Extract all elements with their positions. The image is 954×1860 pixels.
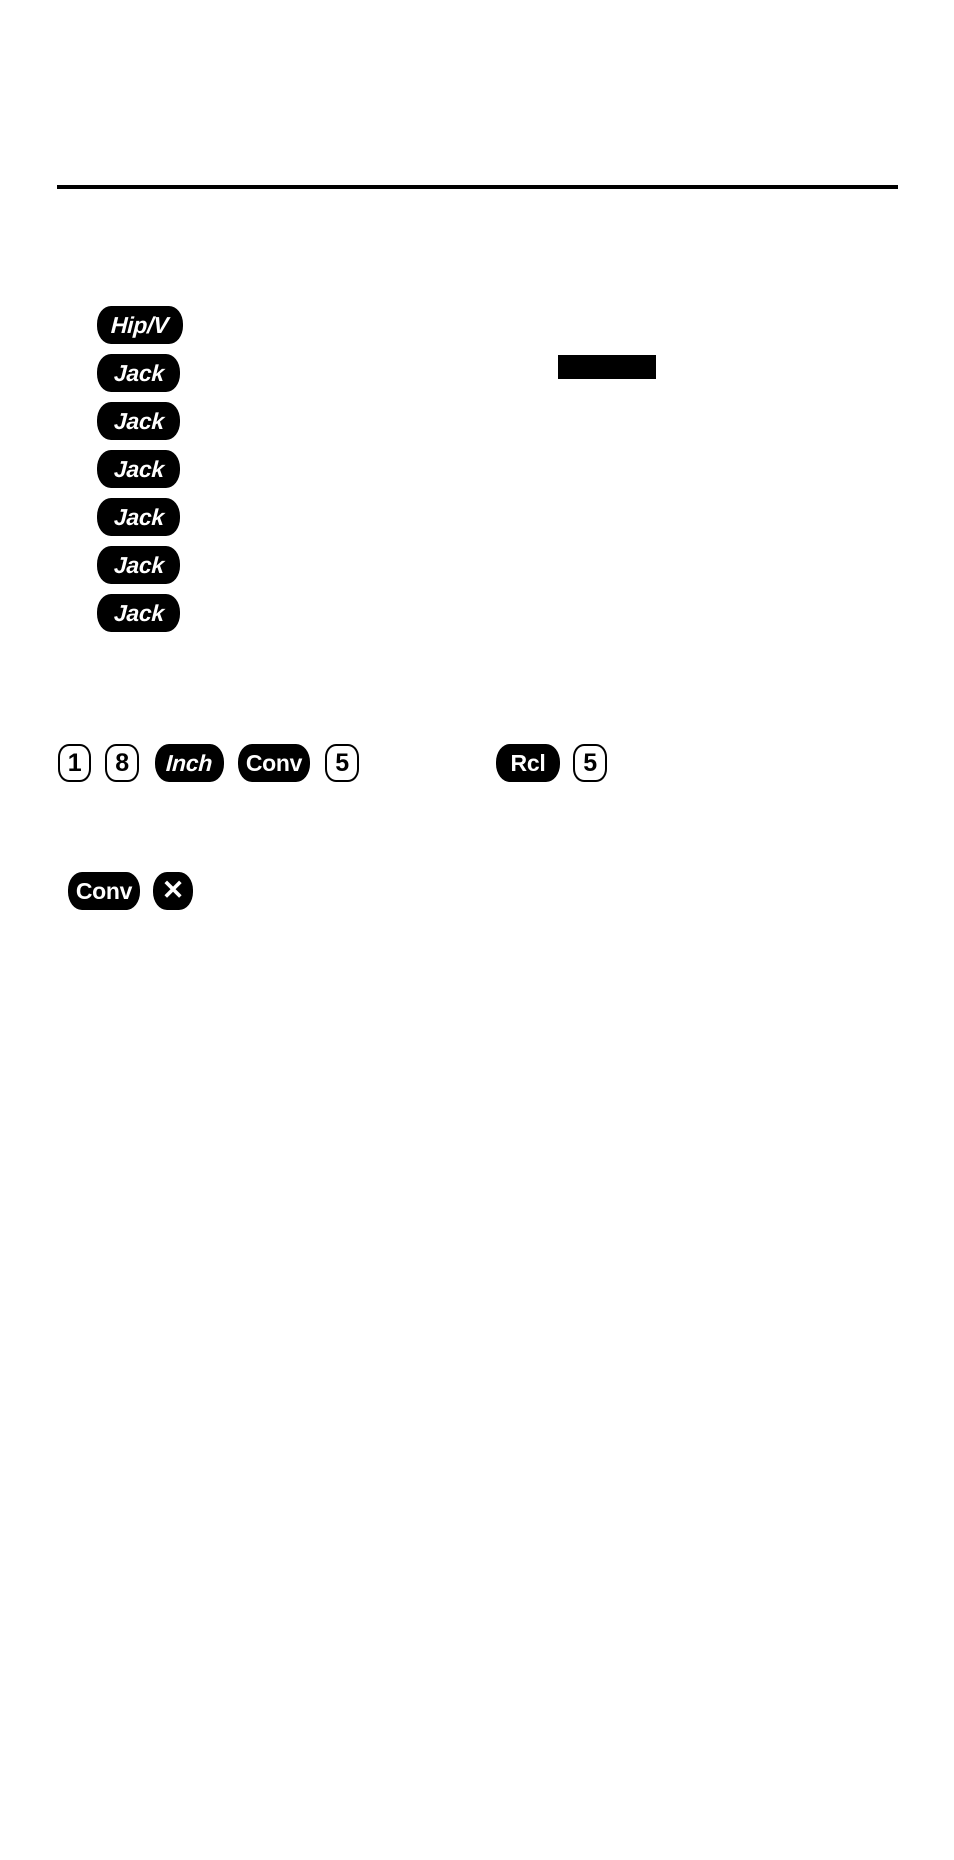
- header-rule: [57, 185, 898, 189]
- key-label: Inch: [165, 749, 214, 776]
- function-key-jack-5[interactable]: Jack: [97, 498, 180, 536]
- function-key-jack-6[interactable]: Jack: [97, 546, 180, 584]
- page-canvas: Hip/V Jack Jack Jack Jack Jack Jack 1 8 Inch Conv…: [0, 0, 954, 1860]
- key-label: Jack: [112, 359, 165, 386]
- keystroke-key-8-2[interactable]: 8: [105, 744, 139, 782]
- keystroke-key-conv-1[interactable]: Conv: [68, 872, 140, 910]
- function-key-jack-4[interactable]: Jack: [97, 450, 180, 488]
- function-key-jack-2[interactable]: Jack: [97, 354, 180, 392]
- function-key-hip-v-1[interactable]: Hip/V: [97, 306, 183, 344]
- keystroke-key-rcl-1[interactable]: Rcl: [496, 744, 560, 782]
- keystroke-key-1-1[interactable]: 1: [58, 744, 91, 782]
- multiply-icon: ✕: [161, 874, 185, 905]
- key-label: Jack: [112, 599, 165, 626]
- key-label: 5: [335, 748, 349, 777]
- keystroke-key-5-2[interactable]: 5: [573, 744, 607, 782]
- function-key-jack-3[interactable]: Jack: [97, 402, 180, 440]
- function-key-jack-7[interactable]: Jack: [97, 594, 180, 632]
- key-label: Hip/V: [110, 311, 170, 338]
- keystroke-key-conv-4[interactable]: Conv: [238, 744, 310, 782]
- display-redaction-bar: [558, 355, 656, 379]
- key-label: Conv: [245, 749, 303, 776]
- key-label: Conv: [75, 877, 133, 904]
- keystroke-key-multiply-2[interactable]: ✕: [153, 872, 193, 910]
- key-label: Jack: [112, 455, 165, 482]
- key-label: Jack: [112, 551, 165, 578]
- key-label: Jack: [112, 407, 165, 434]
- keystroke-key-inch-3[interactable]: Inch: [155, 744, 224, 782]
- key-label: Rcl: [510, 749, 546, 776]
- key-label: 5: [583, 748, 597, 777]
- key-label: Jack: [112, 503, 165, 530]
- key-label: 1: [67, 748, 82, 777]
- keystroke-key-5-5[interactable]: 5: [325, 744, 359, 782]
- key-label: 8: [115, 748, 129, 777]
